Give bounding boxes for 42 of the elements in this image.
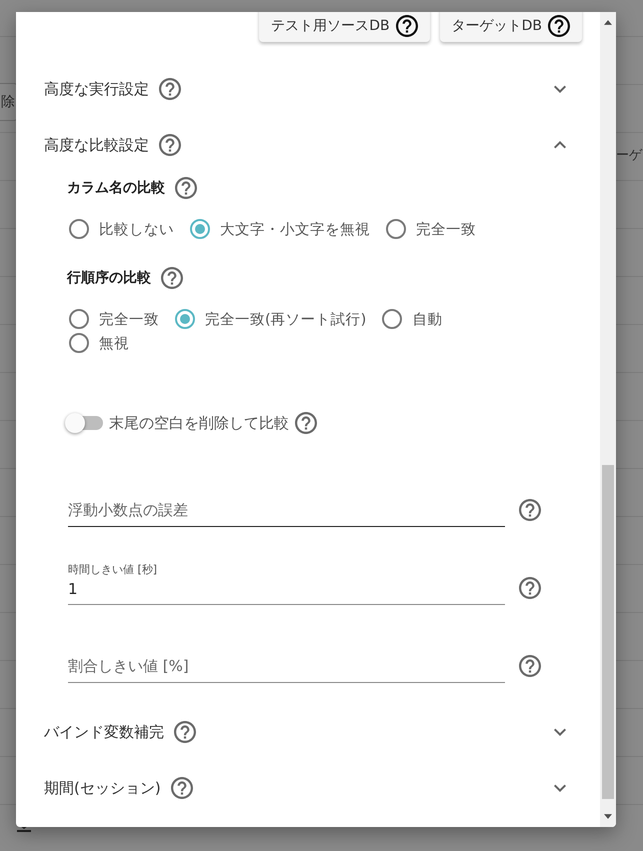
radio-button[interactable]: [190, 219, 210, 239]
input-field[interactable]: 浮動小数点の誤差: [68, 483, 505, 527]
section-title: バインド変数補完: [44, 722, 164, 742]
section-title: 高度な比較設定: [44, 136, 149, 154]
radio-button[interactable]: [386, 219, 406, 239]
radio-label[interactable]: 自動: [412, 310, 442, 328]
scroll-down-icon[interactable]: [604, 814, 612, 819]
section-header[interactable]: 高度な比較設定: [16, 117, 600, 173]
section-title: 高度な実行設定: [44, 80, 149, 98]
field-label: 浮動小数点の誤差: [68, 501, 189, 520]
scrollbar-thumb[interactable]: [602, 465, 614, 799]
group-title: カラム名の比較: [67, 179, 165, 197]
field-value[interactable]: 1: [68, 580, 505, 598]
radio-label[interactable]: 完全一致: [416, 220, 476, 238]
group-title: 行順序の比較: [67, 269, 151, 287]
column-header: ーゲ: [616, 147, 642, 164]
toggle-label: 末尾の空白を削除して比較: [109, 414, 289, 432]
scroll-up-icon[interactable]: [604, 20, 612, 25]
field-label: 時間しきい値 [秒]: [68, 562, 158, 577]
db-button[interactable]: ターゲットDB: [440, 12, 582, 42]
radio-label[interactable]: 大文字・小文字を無視: [220, 220, 370, 238]
help-icon[interactable]: [548, 15, 570, 37]
radio-button[interactable]: [382, 309, 402, 329]
radio-button[interactable]: [69, 219, 89, 239]
radio-label[interactable]: 無視: [99, 334, 129, 352]
radio-button[interactable]: [175, 309, 195, 329]
scrollbar[interactable]: [600, 12, 616, 827]
section-header[interactable]: バインド変数補完: [16, 704, 600, 760]
radio-button[interactable]: [69, 333, 89, 353]
radio-label[interactable]: 完全一致(再ソート試行): [205, 310, 366, 328]
radio-label[interactable]: 比較しない: [99, 220, 174, 238]
section-header[interactable]: 高度な実行設定: [16, 61, 600, 117]
input-field[interactable]: 割合しきい値 [%]: [68, 639, 505, 683]
toggle-switch[interactable]: [67, 416, 103, 430]
input-field[interactable]: 時間しきい値 [秒] 1: [68, 561, 505, 605]
help-icon[interactable]: [396, 15, 418, 37]
field-label: 割合しきい値 [%]: [68, 657, 190, 676]
section-header[interactable]: 期間(セッション): [16, 760, 600, 816]
section-title: 期間(セッション): [44, 778, 161, 798]
radio-button[interactable]: [69, 309, 89, 329]
radio-label[interactable]: 完全一致: [99, 310, 159, 328]
db-button[interactable]: テスト用ソースDB: [259, 12, 430, 42]
